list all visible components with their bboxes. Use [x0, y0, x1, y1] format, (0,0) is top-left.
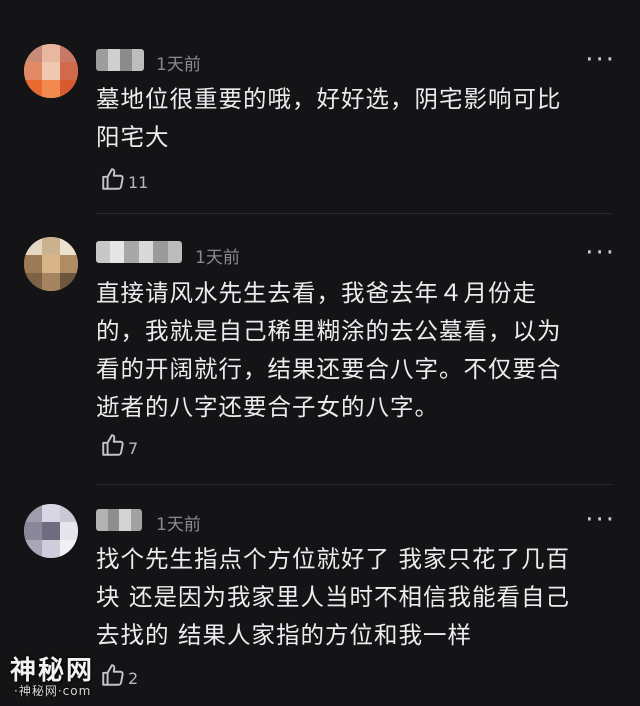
comment-text: 直接请风水先生去看，我爸去年４月份走 的，我就是自己稀里糊涂的去公墓看，以为 看…	[96, 279, 562, 421]
like-button[interactable]: 11	[100, 166, 148, 192]
like-button[interactable]: 7	[100, 432, 138, 458]
like-count: 2	[128, 668, 139, 688]
comment-item: 1天前 ··· 直接请风水先生去看，我爸去年４月份走 的，我就是自己稀里糊涂的去…	[0, 215, 640, 485]
comment-text: 找个先生指点个方位就好了 我家只花了几百 块 还是因为我家里人当时不相信我能看自…	[96, 545, 570, 649]
comment-item: 1天前 ··· 墓地位很重要的哦，好好选，阴宅影响可比 阳宅大 11	[0, 0, 640, 215]
more-options-icon[interactable]: ···	[585, 507, 616, 533]
blurred-avatar-image	[24, 237, 78, 291]
like-count: 7	[128, 438, 139, 458]
comment-text: 墓地位很重要的哦，好好选，阴宅影响可比 阳宅大	[96, 85, 562, 151]
like-count: 11	[128, 172, 149, 192]
username-blurred[interactable]	[96, 241, 182, 263]
thumbs-up-icon	[102, 168, 124, 190]
site-watermark: 神秘网 ·神秘网·com	[8, 650, 128, 700]
avatar[interactable]	[24, 504, 78, 558]
divider	[96, 484, 612, 485]
comment-time: 1天前	[156, 55, 201, 75]
more-options-icon[interactable]: ···	[585, 47, 616, 73]
blurred-avatar-image	[24, 44, 78, 98]
more-options-icon[interactable]: ···	[585, 240, 616, 266]
avatar[interactable]	[24, 237, 78, 291]
comment-time: 1天前	[156, 515, 201, 535]
blurred-avatar-image	[24, 504, 78, 558]
thumbs-up-icon	[102, 434, 124, 456]
comment-time: 1天前	[195, 248, 240, 268]
username-blurred[interactable]	[96, 509, 142, 531]
divider	[96, 213, 612, 214]
avatar[interactable]	[24, 44, 78, 98]
username-blurred[interactable]	[96, 49, 144, 71]
watermark-subtitle: ·神秘网·com	[14, 684, 92, 698]
